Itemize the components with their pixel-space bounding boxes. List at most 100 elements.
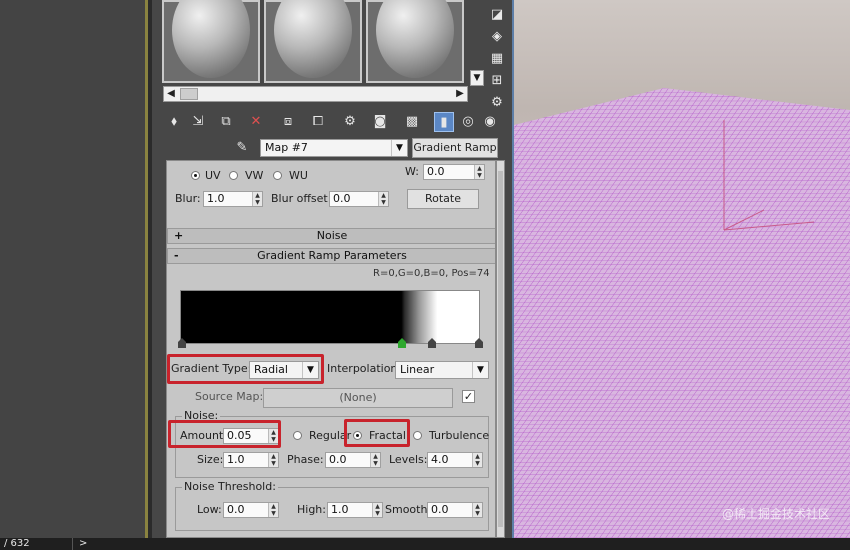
chevron-down-icon[interactable]: ▼ (391, 140, 407, 156)
noise-rollout-header[interactable]: + Noise (167, 228, 495, 244)
reset-map-icon[interactable]: ✕ (246, 112, 266, 132)
eyedropper-icon[interactable]: ✎ (232, 138, 252, 158)
gradient-ramp[interactable] (180, 290, 480, 344)
fractal-radio[interactable] (353, 431, 362, 440)
low-label: Low: (197, 503, 222, 516)
show-map-icon[interactable]: ◙ (370, 112, 390, 132)
spinner-arrows-icon[interactable]: ▲ ▼ (268, 453, 278, 467)
show-end-result-icon[interactable]: ▩ (402, 112, 422, 132)
ramp-flag-start[interactable] (178, 338, 186, 348)
scroll-right-icon[interactable]: ▶ (453, 87, 467, 101)
slot-horizontal-scrollbar[interactable]: ◀ ▶ (163, 86, 468, 102)
collapse-icon: - (174, 249, 179, 262)
parameter-panel: UV VW WU W: 0.0 ▲ ▼ Blur: 1.0 ▲ ▼ Blur offse… (166, 160, 496, 538)
w-label: W: (405, 165, 419, 178)
levels-label: Levels: (389, 453, 428, 466)
tiling-icon[interactable]: ⊞ (488, 72, 506, 90)
gradient-rollout-title: Gradient Ramp Parameters (257, 249, 407, 262)
panel-scrollbar[interactable] (496, 160, 505, 538)
gradient-type-dropdown[interactable]: Radial ▼ (249, 361, 319, 379)
spinner-arrows-icon[interactable]: ▲ ▼ (372, 503, 382, 517)
ramp-flag-end[interactable] (475, 338, 483, 348)
blur-offset-label: Blur offset: (271, 192, 332, 205)
uv-radio[interactable] (191, 171, 200, 180)
put-to-scene-icon[interactable]: ⇲ (188, 112, 208, 132)
regular-radio[interactable] (293, 431, 302, 440)
interpolation-label: Interpolation: (327, 362, 402, 375)
turbulence-radio[interactable] (413, 431, 422, 440)
levels-spinner[interactable]: 4.0 ▲ ▼ (427, 452, 483, 468)
interpolation-value: Linear (400, 363, 435, 376)
chevron-down-icon[interactable]: ▼ (302, 362, 318, 378)
sample-sphere (274, 0, 352, 78)
sample-type-icon[interactable]: ◪ (488, 6, 506, 24)
size-spinner[interactable]: 1.0 ▲ ▼ (223, 452, 279, 468)
sample-slot-2[interactable] (264, 0, 362, 83)
map-name-field[interactable]: Map #7 ▼ (260, 139, 408, 157)
go-forward-sibling-icon[interactable]: ◎ (458, 112, 478, 132)
high-label: High: (297, 503, 326, 516)
status-bar: / 632 > (0, 538, 850, 550)
gradient-type-value: Radial (254, 363, 288, 376)
ramp-flag-selected[interactable] (398, 338, 406, 348)
perspective-viewport[interactable]: @稀土掘金技术社区 (514, 0, 850, 538)
source-map-button[interactable]: (None) (263, 388, 453, 408)
left-panel (0, 0, 148, 538)
scrollbar-thumb[interactable] (180, 88, 198, 100)
spinner-arrows-icon[interactable]: ▲ ▼ (472, 503, 482, 517)
backlight-icon[interactable]: ◈ (488, 28, 506, 46)
pick-material-icon[interactable]: ◉ (480, 112, 500, 132)
go-to-parent-icon[interactable]: ▮ (434, 112, 454, 132)
material-id-icon[interactable]: ⚙ (340, 112, 360, 132)
vw-radio[interactable] (229, 171, 238, 180)
make-unique-icon[interactable]: ⧠ (308, 112, 328, 132)
spinner-arrows-icon[interactable]: ▲ ▼ (378, 192, 388, 206)
spinner-arrows-icon[interactable]: ▲ ▼ (474, 165, 484, 179)
high-spinner[interactable]: 1.0 ▲ ▼ (327, 502, 383, 518)
low-spinner[interactable]: 0.0 ▲ ▼ (223, 502, 279, 518)
side-toolbar: ◪ ◈ ▦ ⊞ ⚙ (488, 6, 508, 116)
background-icon[interactable]: ▦ (488, 50, 506, 68)
smooth-spinner[interactable]: 0.0 ▲ ▼ (427, 502, 483, 518)
next-frame-button[interactable]: > (72, 538, 92, 550)
size-label: Size: (197, 453, 224, 466)
blur-offset-spinner[interactable]: 0.0 ▲ ▼ (329, 191, 389, 207)
scroll-left-icon[interactable]: ◀ (164, 87, 178, 101)
get-material-icon[interactable]: ⬧ (164, 112, 184, 132)
spinner-arrows-icon[interactable]: ▲ ▼ (472, 453, 482, 467)
spinner-arrows-icon[interactable]: ▲ ▼ (370, 453, 380, 467)
amount-spinner[interactable]: 0.05 ▲ ▼ (223, 428, 279, 444)
sample-slot-1[interactable] (162, 0, 260, 83)
copy-material-icon[interactable]: ⧈ (278, 112, 298, 132)
wu-radio[interactable] (273, 171, 282, 180)
w-value: 0.0 (427, 165, 445, 178)
gradient-rollout-header[interactable]: - Gradient Ramp Parameters (167, 248, 495, 264)
ramp-flag-mid[interactable] (428, 338, 436, 348)
uv-label: UV (205, 169, 221, 182)
source-map-checkbox[interactable]: ✓ (462, 390, 475, 403)
regular-label: Regular (309, 429, 352, 442)
phase-value: 0.0 (329, 453, 347, 466)
panel-scroll-thumb[interactable] (498, 171, 503, 527)
spinner-arrows-icon[interactable]: ▲ ▼ (268, 429, 278, 443)
assign-to-selection-icon[interactable]: ⧉ (216, 112, 236, 132)
w-spinner[interactable]: 0.0 ▲ ▼ (423, 164, 485, 180)
slot-scroll-down-button[interactable]: ▼ (470, 70, 484, 86)
map-type-button[interactable]: Gradient Ramp (412, 138, 498, 158)
gradient-type-label: Gradient Type: (171, 362, 252, 375)
sample-slot-3[interactable] (366, 0, 464, 83)
wu-label: WU (289, 169, 308, 182)
blur-spinner[interactable]: 1.0 ▲ ▼ (203, 191, 263, 207)
blur-offset-value: 0.0 (333, 192, 351, 205)
rotate-button[interactable]: Rotate (407, 189, 479, 209)
noise-group: Noise: (175, 409, 489, 478)
phase-spinner[interactable]: 0.0 ▲ ▼ (325, 452, 381, 468)
spinner-arrows-icon[interactable]: ▲ ▼ (268, 503, 278, 517)
fractal-label: Fractal (369, 429, 406, 442)
sample-sphere (172, 0, 250, 78)
frame-counter: / 632 (4, 538, 30, 549)
spinner-arrows-icon[interactable]: ▲ ▼ (252, 192, 262, 206)
levels-value: 4.0 (431, 453, 449, 466)
chevron-down-icon[interactable]: ▼ (472, 362, 488, 378)
interpolation-dropdown[interactable]: Linear ▼ (395, 361, 489, 379)
